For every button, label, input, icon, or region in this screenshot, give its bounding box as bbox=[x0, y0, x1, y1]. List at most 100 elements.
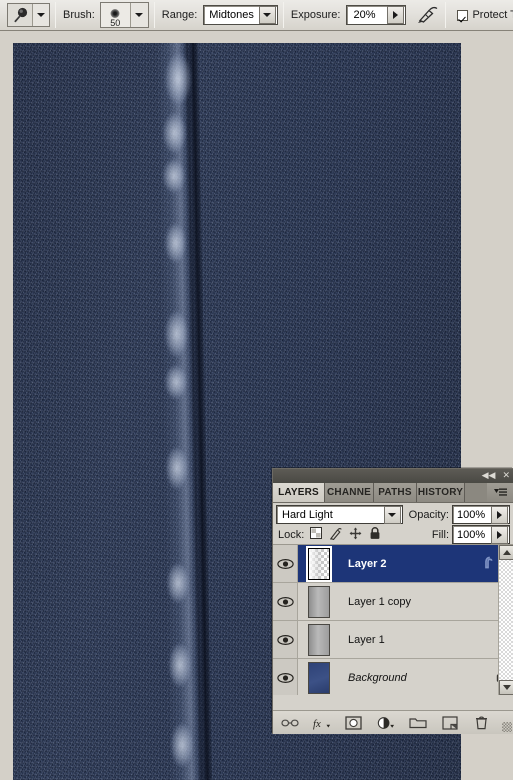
layer-mask-badge-icon[interactable] bbox=[482, 556, 495, 572]
new-layer-icon[interactable] bbox=[441, 714, 459, 732]
collapse-panel-icon[interactable]: ◀◀ bbox=[482, 471, 496, 481]
dodge-tool-icon[interactable] bbox=[8, 4, 33, 26]
blend-mode-value: Hard Light bbox=[282, 508, 333, 521]
range-select[interactable]: Midtones bbox=[203, 5, 278, 25]
brush-tip-icon bbox=[110, 9, 120, 18]
brush-chevron-down-icon[interactable] bbox=[130, 3, 148, 27]
layer-thumbnail-cell[interactable] bbox=[298, 661, 340, 694]
tab-channels-label: CHANNE bbox=[327, 487, 371, 498]
fill-label: Fill: bbox=[431, 528, 449, 541]
eye-icon bbox=[276, 596, 294, 607]
layer-visibility-toggle[interactable] bbox=[273, 545, 298, 582]
layers-panel: ◀◀ ✕ LAYERS CHANNE PATHS HISTORY Hard Li… bbox=[272, 468, 513, 734]
eye-icon bbox=[276, 634, 294, 645]
dodge-highlight-blob bbox=[171, 723, 193, 767]
tab-layers-label: LAYERS bbox=[278, 487, 319, 498]
lock-image-icon[interactable] bbox=[329, 527, 343, 543]
panel-menu-icon[interactable] bbox=[487, 483, 513, 502]
exposure-input[interactable]: 20% bbox=[346, 5, 407, 25]
blend-mode-row: Hard Light Opacity: 100% bbox=[273, 503, 513, 524]
dodge-highlight-blob bbox=[166, 447, 188, 489]
dodge-highlight-blob bbox=[165, 365, 187, 399]
dodge-highlight-blob bbox=[165, 311, 188, 357]
tab-layers[interactable]: LAYERS bbox=[273, 483, 325, 502]
delete-layer-icon[interactable] bbox=[473, 714, 491, 732]
panel-titlebar[interactable]: ◀◀ ✕ bbox=[273, 469, 513, 483]
eye-icon bbox=[276, 672, 294, 683]
tool-preset-chevron-down-icon[interactable] bbox=[33, 4, 49, 26]
table-row[interactable]: Layer 1 copy bbox=[273, 583, 513, 621]
lock-position-icon[interactable] bbox=[349, 527, 362, 543]
range-chevron-down-icon[interactable] bbox=[258, 6, 276, 24]
layer-name[interactable]: Layer 1 bbox=[340, 634, 513, 646]
checkmark-icon[interactable] bbox=[457, 9, 469, 21]
table-row[interactable]: Layer 1 bbox=[273, 621, 513, 659]
options-divider-2 bbox=[153, 2, 155, 28]
photoshop-window: Brush: 50 Range: Midtones Exposure: 20% bbox=[0, 0, 513, 780]
scroll-down-arrow-icon[interactable] bbox=[499, 680, 513, 695]
airbrush-icon[interactable] bbox=[416, 4, 440, 26]
layer-name[interactable]: Background bbox=[340, 672, 496, 684]
lock-all-icon[interactable] bbox=[369, 526, 381, 543]
opacity-flyout-arrow-icon[interactable] bbox=[491, 505, 508, 524]
lock-transparency-icon[interactable] bbox=[310, 527, 323, 542]
fill-input[interactable]: 100% bbox=[452, 525, 510, 544]
layer-thumbnail-cell[interactable] bbox=[298, 585, 340, 618]
layer-thumbnail[interactable] bbox=[306, 545, 332, 582]
exposure-flyout-arrow-icon[interactable] bbox=[387, 6, 405, 24]
svg-text:fx: fx bbox=[313, 718, 321, 730]
table-row[interactable]: Background bbox=[273, 659, 513, 695]
panel-tab-bar: LAYERS CHANNE PATHS HISTORY bbox=[273, 483, 513, 503]
brush-preview[interactable]: 50 bbox=[100, 3, 131, 28]
fill-flyout-arrow-icon[interactable] bbox=[491, 525, 508, 544]
tool-preset-picker[interactable] bbox=[7, 3, 50, 27]
add-layer-mask-icon[interactable] bbox=[345, 714, 363, 732]
layer-thumbnail[interactable] bbox=[308, 585, 330, 618]
tool-options-bar: Brush: 50 Range: Midtones Exposure: 20% bbox=[0, 0, 513, 31]
dodge-highlight-blob bbox=[165, 223, 186, 263]
layer-visibility-toggle[interactable] bbox=[273, 621, 298, 658]
opacity-value: 100% bbox=[457, 508, 486, 521]
fill-value: 100% bbox=[457, 528, 486, 541]
link-layers-icon[interactable] bbox=[280, 714, 299, 732]
new-group-icon[interactable] bbox=[408, 714, 427, 732]
options-divider-4 bbox=[445, 2, 447, 28]
layers-panel-footer: fx bbox=[273, 710, 513, 734]
layer-thumbnail-cell[interactable] bbox=[298, 623, 340, 656]
blend-mode-chevron-down-icon[interactable] bbox=[383, 505, 401, 524]
layer-style-fx-icon[interactable]: fx bbox=[313, 714, 331, 732]
exposure-label: Exposure: bbox=[290, 9, 341, 21]
protect-tones-checkbox[interactable]: Protect To bbox=[457, 9, 513, 21]
opacity-label: Opacity: bbox=[408, 508, 449, 521]
dodge-highlight-blob bbox=[169, 643, 191, 687]
table-row[interactable]: Layer 2 bbox=[273, 545, 513, 583]
brush-label: Brush: bbox=[63, 9, 95, 21]
layer-visibility-toggle[interactable] bbox=[273, 659, 298, 695]
layer-name[interactable]: Layer 2 bbox=[340, 558, 482, 570]
blend-mode-select[interactable]: Hard Light bbox=[276, 505, 403, 524]
layer-thumbnail-cell[interactable] bbox=[298, 545, 340, 582]
lock-label: Lock: bbox=[278, 528, 305, 541]
tab-history[interactable]: HISTORY bbox=[417, 483, 465, 502]
tab-channels[interactable]: CHANNE bbox=[325, 483, 374, 502]
range-value: Midtones bbox=[209, 9, 254, 21]
panel-resize-grip[interactable] bbox=[502, 722, 512, 732]
layer-name[interactable]: Layer 1 copy bbox=[340, 596, 513, 608]
new-adjustment-layer-icon[interactable] bbox=[377, 714, 395, 732]
protect-tones-label: Protect To bbox=[472, 9, 513, 21]
layer-visibility-toggle[interactable] bbox=[273, 583, 298, 620]
lock-row: Lock: Fill: 100% bbox=[273, 524, 513, 545]
scroll-up-arrow-icon[interactable] bbox=[499, 545, 513, 560]
exposure-value: 20% bbox=[353, 9, 376, 21]
layer-list-scrollbar[interactable] bbox=[498, 545, 513, 695]
layer-thumbnail[interactable] bbox=[308, 661, 330, 694]
tab-paths[interactable]: PATHS bbox=[374, 483, 417, 502]
layer-list[interactable]: Layer 2 Layer 1 copy Layer 1 Background bbox=[273, 545, 513, 695]
dodge-highlight-blob bbox=[163, 159, 185, 193]
brush-preset-picker[interactable]: 50 bbox=[99, 2, 149, 28]
close-icon[interactable]: ✕ bbox=[502, 471, 510, 481]
layer-thumbnail[interactable] bbox=[308, 623, 330, 656]
options-divider-1 bbox=[55, 2, 56, 28]
tab-history-label: HISTORY bbox=[417, 487, 464, 498]
opacity-input[interactable]: 100% bbox=[452, 505, 510, 524]
